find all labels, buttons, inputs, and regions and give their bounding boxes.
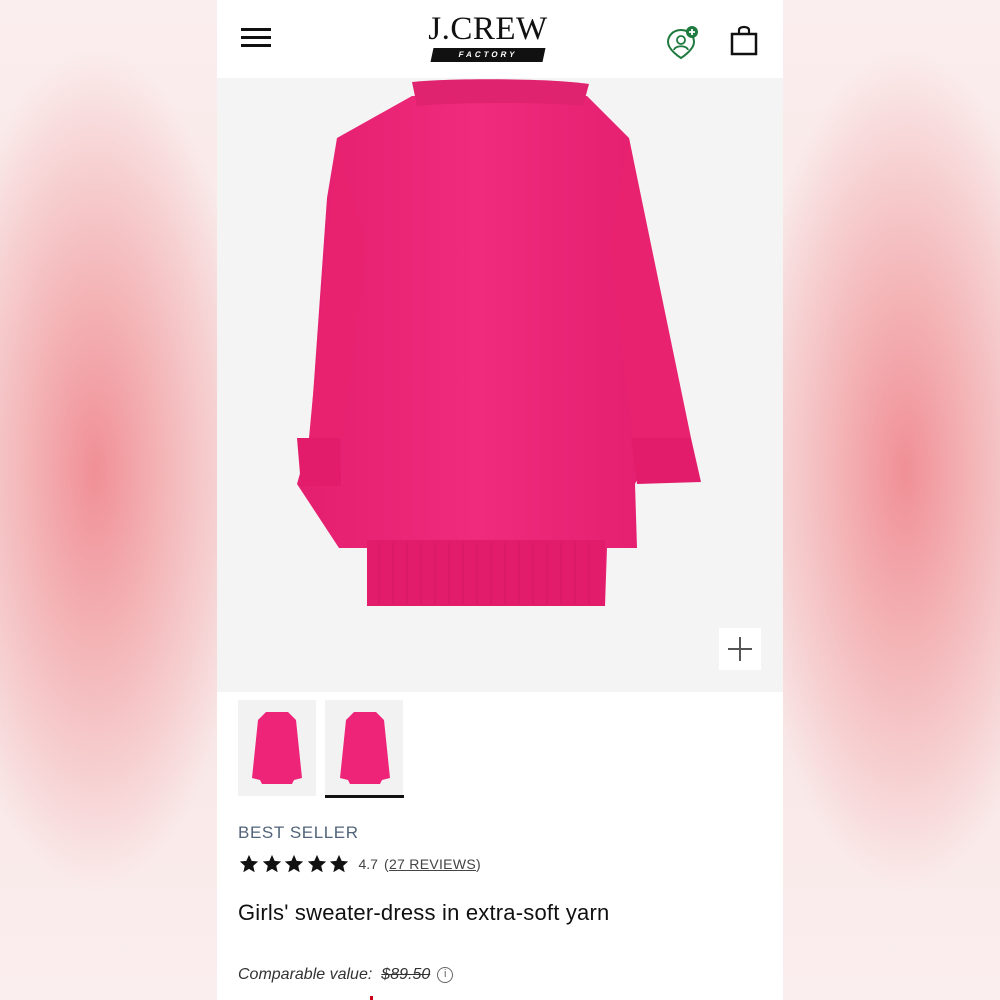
- zoom-plus-icon[interactable]: [719, 628, 761, 670]
- product-page: J.CREW FACTORY BEST SELLER 4.7 (27 REVIE…: [217, 0, 783, 1000]
- rating-row: 4.7 (27 REVIEWS): [238, 852, 481, 876]
- product-image[interactable]: [217, 78, 783, 692]
- comparable-label: Comparable value:: [238, 966, 373, 983]
- product-title: Girls' sweater-dress in extra-soft yarn: [238, 900, 610, 925]
- rating-value: 4.7: [358, 856, 378, 872]
- star-icon: [284, 854, 304, 873]
- comparable-value: Comparable value: $89.50 i: [238, 966, 454, 984]
- best-seller-badge: BEST SELLER: [238, 823, 359, 842]
- brand-logo[interactable]: J.CREW FACTORY: [422, 12, 554, 64]
- reviews-link[interactable]: (27 REVIEWS): [384, 856, 481, 872]
- thumbnail-front[interactable]: [238, 700, 316, 796]
- thumbnail-back[interactable]: [325, 700, 403, 796]
- star-icon: [307, 854, 326, 873]
- bag-icon[interactable]: [729, 24, 759, 56]
- menu-icon[interactable]: [241, 28, 271, 48]
- site-header: J.CREW FACTORY: [217, 0, 783, 78]
- star-icon: [239, 854, 259, 873]
- account-icon[interactable]: [665, 24, 701, 60]
- comparable-price: $89.50: [381, 966, 431, 983]
- selected-thumbnail-indicator: [325, 795, 404, 798]
- brand-sub: FACTORY: [430, 48, 546, 62]
- info-icon[interactable]: i: [437, 967, 454, 983]
- brand-name: J.CREW: [428, 11, 548, 47]
- rating-stars: [238, 853, 351, 875]
- star-icon: [329, 854, 349, 873]
- star-icon: [262, 854, 281, 873]
- sweater-dress-image: [297, 79, 701, 606]
- sale-price-fragment: [370, 996, 373, 1000]
